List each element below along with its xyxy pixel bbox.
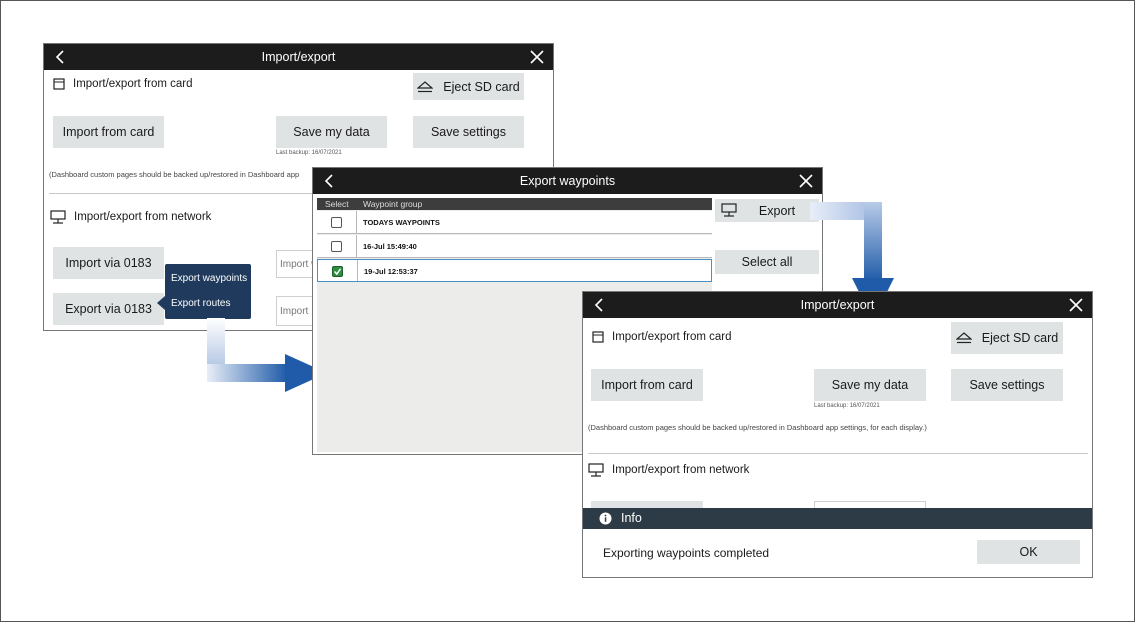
export-label: Export xyxy=(758,203,796,218)
network-section-text: Import/export from network xyxy=(612,464,750,476)
save-settings-button[interactable]: Save settings xyxy=(951,369,1063,401)
sd-card-icon xyxy=(53,78,65,90)
row-checkbox[interactable] xyxy=(331,217,342,228)
export-waypoints-menu-item[interactable]: Export waypoints xyxy=(171,273,247,284)
save-my-data-button[interactable]: Save my data xyxy=(276,116,387,148)
info-title: Info xyxy=(621,511,642,525)
import-from-card-button[interactable]: Import from card xyxy=(53,116,164,148)
export-via-0183-button[interactable]: Export via 0183 xyxy=(53,293,164,325)
row-label: TODAYS WAYPOINTS xyxy=(363,218,440,227)
window-title: Export waypoints xyxy=(519,174,616,188)
close-icon[interactable] xyxy=(1068,297,1084,313)
eject-sd-card-button[interactable]: Eject SD card xyxy=(413,73,524,100)
ok-button[interactable]: OK xyxy=(977,540,1080,564)
network-icon xyxy=(50,210,66,224)
table-header: Select Waypoint group xyxy=(317,198,712,210)
dashboard-note: (Dashboard custom pages should be backed… xyxy=(49,170,300,179)
card-section-text: Import/export from card xyxy=(73,78,193,90)
import-via-0183-button[interactable]: Import via 0183 xyxy=(53,247,164,279)
card-section-text: Import/export from card xyxy=(612,331,732,343)
eject-icon xyxy=(417,80,434,92)
window-title: Import/export xyxy=(800,298,875,312)
popup-pointer xyxy=(157,296,165,310)
last-backup-text: Last backup: 16/07/2021 xyxy=(814,403,880,409)
eject-label: Eject SD card xyxy=(981,331,1059,345)
row-checkbox[interactable] xyxy=(332,266,343,277)
section-divider xyxy=(588,453,1088,454)
info-bar: Info xyxy=(583,508,1092,529)
last-backup-text: Last backup: 16/07/2021 xyxy=(276,150,342,156)
window-title: Import/export xyxy=(261,50,336,64)
row-label: 19-Jul 12:53:37 xyxy=(364,267,418,276)
dashboard-note: (Dashboard custom pages should be backed… xyxy=(588,423,927,432)
select-all-button[interactable]: Select all xyxy=(715,250,819,274)
row-label: 16-Jul 15:49:40 xyxy=(363,242,417,251)
title-bar: Import/export xyxy=(583,292,1092,318)
check-icon xyxy=(333,268,342,276)
card-section-label: Import/export from card xyxy=(53,78,193,90)
eject-label: Eject SD card xyxy=(443,79,520,94)
column-divider xyxy=(357,260,358,281)
network-icon xyxy=(588,463,604,477)
title-bar: Import/export xyxy=(44,44,553,70)
group-column-header: Waypoint group xyxy=(363,199,423,209)
table-row[interactable]: TODAYS WAYPOINTS xyxy=(317,211,712,234)
export-routes-menu-item[interactable]: Export routes xyxy=(171,298,230,309)
card-section-label: Import/export from card xyxy=(592,331,732,343)
info-icon xyxy=(599,512,612,525)
network-section-label: Import/export from network xyxy=(50,210,211,224)
eject-sd-card-button[interactable]: Eject SD card xyxy=(951,322,1063,354)
close-icon[interactable] xyxy=(798,173,814,189)
save-settings-button[interactable]: Save settings xyxy=(413,116,524,148)
title-bar: Export waypoints xyxy=(313,168,822,194)
info-message: Exporting waypoints completed xyxy=(603,546,770,560)
table-row-selected[interactable]: 19-Jul 12:53:37 xyxy=(317,259,712,282)
network-section-label: Import/export from network xyxy=(588,463,749,477)
import-from-card-button[interactable]: Import from card xyxy=(591,369,703,401)
column-divider xyxy=(356,211,357,233)
column-divider xyxy=(356,235,357,257)
close-icon[interactable] xyxy=(529,49,545,65)
row-checkbox[interactable] xyxy=(331,241,342,252)
network-icon xyxy=(721,203,737,217)
select-column-header: Select xyxy=(325,199,349,209)
export-popup-menu: Export waypoints Export routes xyxy=(165,264,251,319)
import-export-window-result: Import/export Import/export from card Ej… xyxy=(582,291,1093,578)
save-my-data-button[interactable]: Save my data xyxy=(814,369,926,401)
network-section-text: Import/export from network xyxy=(74,211,212,223)
import-field[interactable]: Import w xyxy=(276,250,316,278)
eject-icon xyxy=(955,332,972,344)
export-button[interactable]: Export xyxy=(715,199,819,222)
table-row[interactable]: 16-Jul 15:49:40 xyxy=(317,235,712,258)
section-divider xyxy=(49,193,319,194)
sd-card-icon xyxy=(592,331,604,343)
